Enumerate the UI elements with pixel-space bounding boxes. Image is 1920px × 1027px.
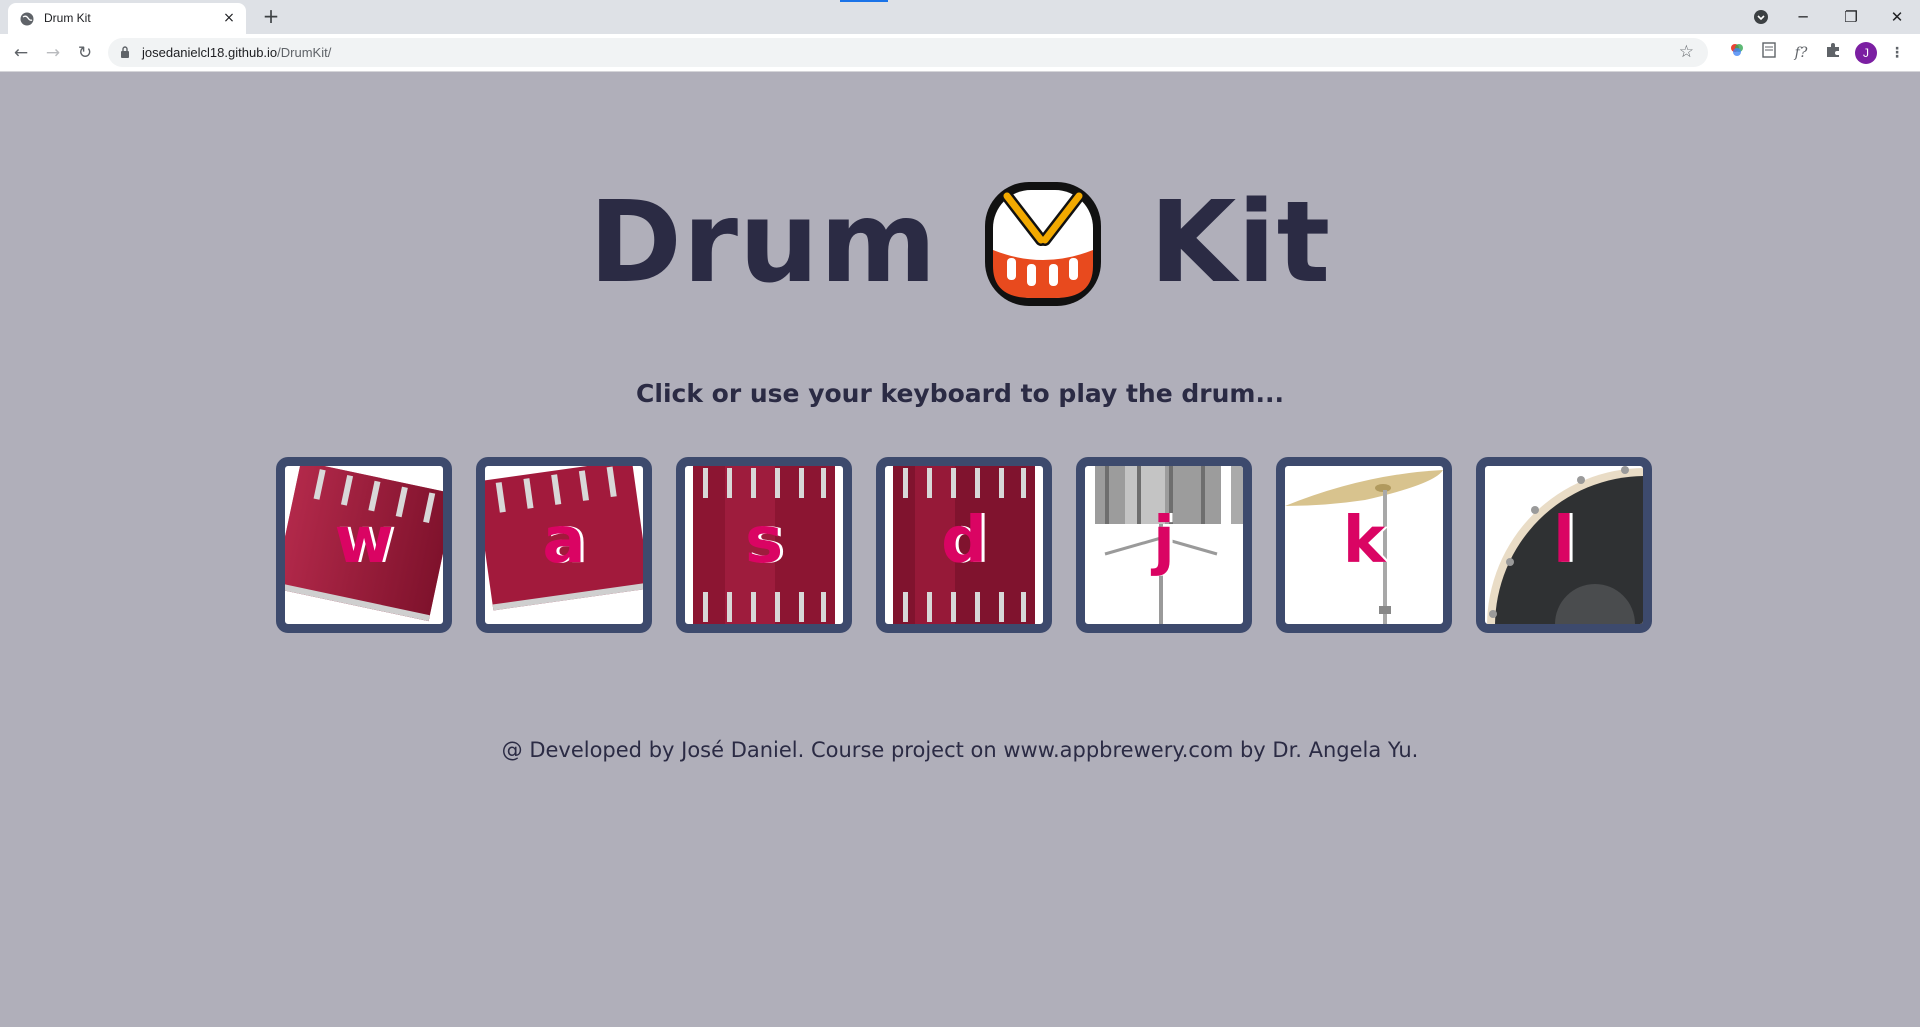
drum-key-letter: a xyxy=(542,504,586,578)
page-content: Drum Kit Click or use your keyboard to p… xyxy=(0,71,1920,1027)
chevron-down-icon xyxy=(1754,10,1768,24)
drum-button-k[interactable]: k xyxy=(1276,457,1452,633)
document-icon[interactable] xyxy=(1758,42,1780,64)
drum-button-s[interactable]: s xyxy=(676,457,852,633)
drum-key-letter: w xyxy=(334,504,394,578)
globe-icon xyxy=(20,12,34,26)
drum-key-letter: j xyxy=(1153,504,1175,578)
url-path: /DrumKit/ xyxy=(277,45,332,60)
forward-button[interactable]: → xyxy=(40,40,66,66)
tab-title: Drum Kit xyxy=(44,11,91,25)
close-window-button[interactable]: ✕ xyxy=(1884,4,1910,30)
browser-tab-bar: Drum Kit × + ─ ❐ ✕ xyxy=(0,0,1920,34)
reload-button[interactable]: ↻ xyxy=(72,40,98,66)
footer-credit: @ Developed by José Daniel. Course proje… xyxy=(501,738,1419,762)
menu-kebab-icon[interactable]: ⋮ xyxy=(1886,42,1908,64)
drum-button-a[interactable]: a xyxy=(476,457,652,633)
page-title: Drum Kit xyxy=(0,171,1920,312)
drum-button-w[interactable]: w xyxy=(276,457,452,633)
drum-key-letter: k xyxy=(1342,504,1386,578)
lock-icon xyxy=(121,46,129,58)
new-tab-button[interactable]: + xyxy=(260,6,282,28)
title-word-kit: Kit xyxy=(1149,178,1332,309)
bookmark-star-icon[interactable]: ☆ xyxy=(1679,42,1694,62)
address-bar[interactable]: josedanielcl18.github.io/DrumKit/ ☆ xyxy=(108,38,1708,67)
tab-close-button[interactable]: × xyxy=(220,9,238,27)
title-word-drum: Drum xyxy=(588,178,938,309)
drum-key-letter: l xyxy=(1553,504,1575,578)
drum-buttons: w a s d j k l xyxy=(276,457,1652,633)
drum-icon xyxy=(985,182,1102,307)
profile-avatar[interactable]: J xyxy=(1855,42,1877,64)
drum-button-d[interactable]: d xyxy=(876,457,1052,633)
drum-key-letter: d xyxy=(941,504,987,578)
url-text: josedanielcl18.github.io/DrumKit/ xyxy=(142,45,331,60)
tab-search-button[interactable] xyxy=(1748,4,1774,30)
restore-button[interactable]: ❐ xyxy=(1838,4,1864,30)
back-button[interactable]: ← xyxy=(8,40,34,66)
minimize-button[interactable]: ─ xyxy=(1790,4,1816,30)
font-icon[interactable]: f? xyxy=(1790,42,1812,64)
url-host: josedanielcl18.github.io xyxy=(142,45,278,60)
browser-tab[interactable]: Drum Kit × xyxy=(8,3,246,34)
puzzle-icon[interactable] xyxy=(1822,42,1844,64)
browser-toolbar: ← → ↻ josedanielcl18.github.io/DrumKit/ … xyxy=(0,34,1920,72)
drum-key-letter: s xyxy=(744,504,784,578)
color-picker-icon[interactable] xyxy=(1726,42,1748,64)
tab-strip-indicator xyxy=(840,0,888,2)
drum-button-l[interactable]: l xyxy=(1476,457,1652,633)
drum-button-j[interactable]: j xyxy=(1076,457,1252,633)
instruction-text: Click or use your keyboard to play the d… xyxy=(636,379,1284,408)
